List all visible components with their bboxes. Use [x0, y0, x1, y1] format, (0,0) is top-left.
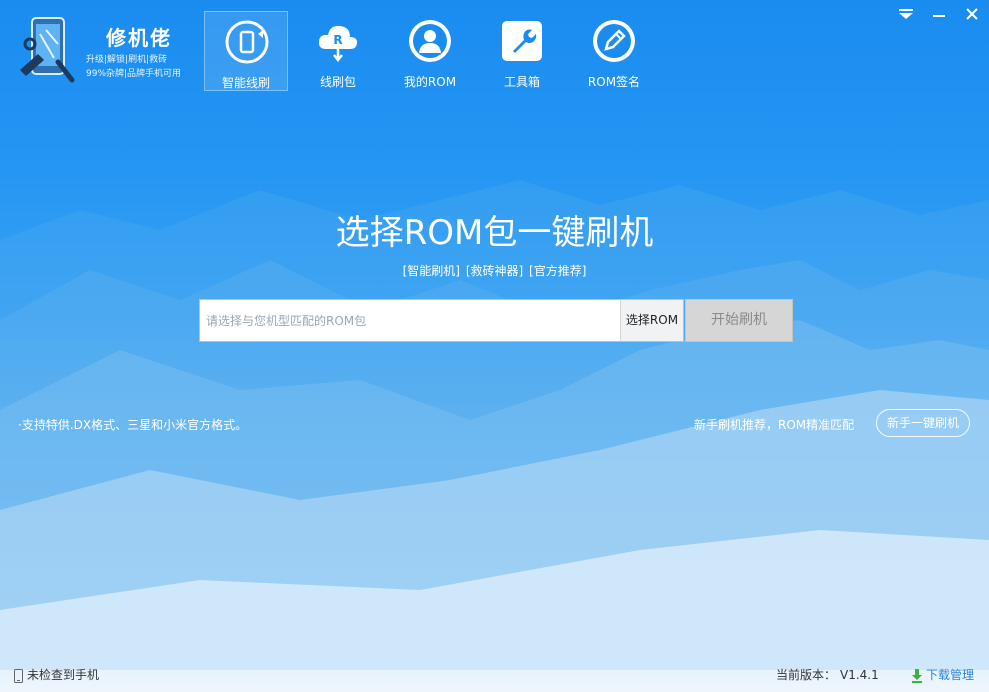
app-window: 修机佬 升级|解锁|刷机|救砖 99%杂牌|品牌手机可用 智能线刷 R 线刷包	[0, 0, 989, 692]
tab-smart-flash[interactable]: 智能线刷	[204, 11, 288, 91]
app-tagline-2: 99%杂牌|品牌手机可用	[86, 69, 182, 79]
cloud-download-icon: R	[318, 25, 358, 63]
minimize-icon[interactable]	[929, 6, 949, 22]
version-number: V1.4.1	[840, 668, 879, 682]
link-official-recommend[interactable]: [官方推荐]	[529, 264, 586, 278]
tab-label: ROM签名	[587, 75, 641, 89]
menu-icon[interactable]	[896, 6, 916, 22]
download-icon	[912, 668, 922, 683]
rom-path-input[interactable]	[199, 299, 620, 342]
newbie-flash-button[interactable]: 新手一键刷机	[876, 409, 970, 437]
tab-flash-package[interactable]: R 线刷包	[296, 11, 380, 91]
version-info: 当前版本： V1.4.1	[776, 666, 879, 683]
quick-links: [智能刷机] [救砖神器] [官方推荐]	[0, 262, 989, 279]
page-title: 选择ROM包一键刷机	[335, 213, 654, 253]
tab-label: 工具箱	[503, 75, 540, 89]
close-icon[interactable]	[962, 6, 982, 22]
tab-my-rom[interactable]: 我的ROM	[388, 11, 472, 91]
wrench-icon	[502, 21, 542, 61]
user-icon	[409, 20, 451, 62]
phone-status-label: 未检查到手机	[27, 668, 100, 682]
phone-status: 未检查到手机	[14, 666, 99, 683]
app-logo: 修机佬 升级|解锁|刷机|救砖 99%杂牌|品牌手机可用	[18, 14, 203, 86]
tab-rom-signature[interactable]: ROM签名	[572, 11, 656, 91]
pen-icon	[593, 20, 635, 62]
download-manager-link[interactable]: 下载管理	[911, 666, 974, 683]
tab-label: 我的ROM	[403, 75, 457, 89]
phone-icon	[14, 668, 23, 683]
status-bar: 未检查到手机 当前版本： V1.4.1 下载管理	[0, 655, 989, 692]
app-tagline-1: 升级|解锁|刷机|救砖	[86, 55, 168, 65]
download-manager-label: 下载管理	[926, 668, 975, 682]
svg-text:R: R	[333, 33, 342, 47]
start-flash-button[interactable]: 开始刷机	[685, 299, 793, 342]
choose-rom-button[interactable]: 选择ROM	[620, 299, 684, 342]
phone-refresh-icon	[225, 20, 269, 64]
support-format-text: ·支持特供.DX格式、三星和小米官方格式。	[18, 418, 248, 432]
link-unbrick-tool[interactable]: [救砖神器]	[466, 264, 523, 278]
link-smart-flash[interactable]: [智能刷机]	[403, 264, 460, 278]
app-name: 修机佬	[106, 26, 172, 50]
newbie-recommend-text: 新手刷机推荐，ROM精准匹配	[694, 418, 855, 432]
version-label: 当前版本：	[776, 668, 837, 682]
top-header: 修机佬 升级|解锁|刷机|救砖 99%杂牌|品牌手机可用 智能线刷 R 线刷包	[0, 0, 989, 96]
logo-icon	[20, 17, 75, 83]
tab-label: 线刷包	[319, 75, 356, 89]
tab-toolbox[interactable]: 工具箱	[480, 11, 564, 91]
rom-select-bar: 选择ROM 开始刷机	[199, 299, 793, 342]
tab-label: 智能线刷	[221, 76, 270, 90]
